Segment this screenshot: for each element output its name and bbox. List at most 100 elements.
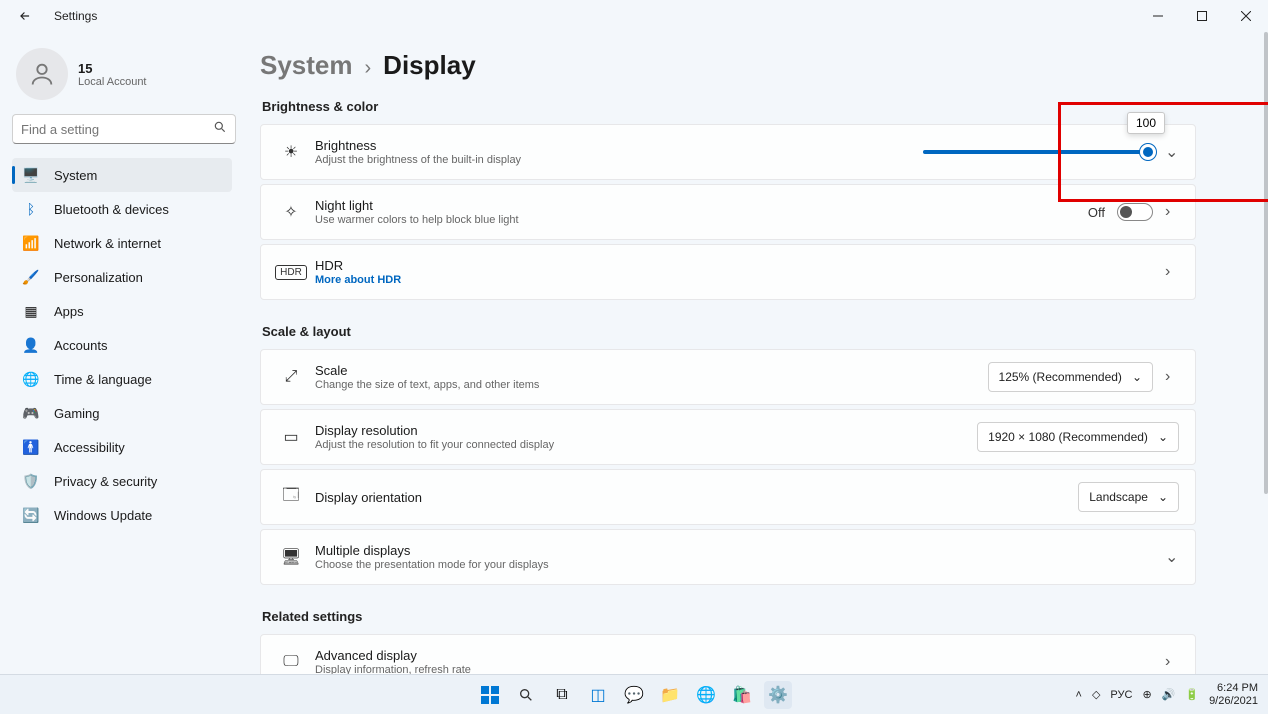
search-input[interactable] bbox=[21, 122, 213, 137]
nav-label: Windows Update bbox=[54, 508, 152, 523]
close-button[interactable] bbox=[1224, 0, 1268, 32]
scale-card[interactable]: ⤢ Scale Change the size of text, apps, a… bbox=[260, 349, 1196, 405]
nav-label: System bbox=[54, 168, 97, 183]
resolution-title: Display resolution bbox=[315, 423, 977, 438]
orientation-card[interactable]: 🗔 Display orientation Landscape⌄ bbox=[260, 469, 1196, 525]
tray-time: 6:24 PM bbox=[1209, 682, 1258, 694]
multi-sub: Choose the presentation mode for your di… bbox=[315, 559, 1165, 571]
chevron-right-icon: › bbox=[365, 57, 372, 80]
nav-apps[interactable]: ▦ Apps bbox=[12, 294, 232, 328]
advanced-title: Advanced display bbox=[315, 648, 1165, 663]
advanced-sub: Display information, refresh rate bbox=[315, 664, 1165, 674]
resolution-sub: Adjust the resolution to fit your connec… bbox=[315, 439, 977, 451]
nav-label: Accounts bbox=[54, 338, 107, 353]
search-box[interactable] bbox=[12, 114, 236, 144]
taskbar-center: ⧉ ◫ 💬 📁 🌐 🛍️ ⚙️ bbox=[476, 681, 792, 709]
scale-dropdown[interactable]: 125% (Recommended)⌄ bbox=[988, 362, 1153, 392]
section-brightness-color: Brightness & color bbox=[262, 99, 1196, 114]
edge-icon[interactable]: 🌐 bbox=[692, 681, 720, 709]
nav-privacy[interactable]: 🛡️ Privacy & security bbox=[12, 464, 232, 498]
night-icon: ✧ bbox=[275, 202, 307, 222]
chevron-right-icon[interactable]: › bbox=[1165, 263, 1179, 281]
tray-chevron-up-icon[interactable]: ˄ bbox=[1076, 689, 1082, 701]
search-taskbar-icon[interactable] bbox=[512, 681, 540, 709]
nav-network[interactable]: 📶Network & internet bbox=[12, 226, 232, 260]
nav-bluetooth[interactable]: ᛒBluetooth & devices bbox=[12, 192, 232, 226]
system-tray: ˄ ◇ РУС ⊕ 🔊 🔋 6:24 PM 9/26/2021 bbox=[1076, 682, 1259, 706]
tray-language[interactable]: РУС bbox=[1110, 689, 1132, 701]
widgets-icon[interactable]: ◫ bbox=[584, 681, 612, 709]
accessibility-icon: 🚹 bbox=[22, 438, 40, 456]
advanced-display-card[interactable]: 🖵 Advanced display Display information, … bbox=[260, 634, 1196, 674]
sun-icon: ☀ bbox=[275, 142, 307, 162]
resolution-icon: ▭ bbox=[275, 427, 307, 447]
tray-location-icon[interactable]: ◇ bbox=[1092, 688, 1100, 701]
resolution-card[interactable]: ▭ Display resolution Adjust the resoluti… bbox=[260, 409, 1196, 465]
multiple-displays-card[interactable]: 🖥 Multiple displays Choose the presentat… bbox=[260, 529, 1196, 585]
chevron-down-icon: ⌄ bbox=[1132, 370, 1142, 384]
nav-timelang[interactable]: 🌐Time & language bbox=[12, 362, 232, 396]
nav-label: Network & internet bbox=[54, 236, 161, 251]
slider-thumb[interactable] bbox=[1140, 144, 1156, 160]
maximize-button[interactable] bbox=[1180, 0, 1224, 32]
multi-title: Multiple displays bbox=[315, 543, 1165, 558]
tray-battery-icon[interactable]: 🔋 bbox=[1185, 688, 1199, 701]
back-button[interactable] bbox=[18, 9, 32, 23]
start-button[interactable] bbox=[476, 681, 504, 709]
tray-date: 9/26/2021 bbox=[1209, 695, 1258, 707]
chevron-down-icon[interactable]: ⌄ bbox=[1165, 547, 1179, 567]
brightness-card[interactable]: ☀ Brightness Adjust the brightness of th… bbox=[260, 124, 1196, 180]
chevron-right-icon[interactable]: › bbox=[1165, 653, 1179, 671]
tray-clock[interactable]: 6:24 PM 9/26/2021 bbox=[1209, 682, 1258, 706]
nav-personalization[interactable]: 🖌️Personalization bbox=[12, 260, 232, 294]
hdr-card[interactable]: HDR HDR More about HDR › bbox=[260, 244, 1196, 300]
tray-network-icon[interactable]: ⊕ bbox=[1142, 688, 1151, 701]
nightlight-toggle[interactable] bbox=[1117, 203, 1153, 221]
resolution-dropdown[interactable]: 1920 × 1080 (Recommended) ⌄ bbox=[977, 422, 1179, 452]
globe-icon: 🌐 bbox=[22, 370, 40, 388]
search-icon bbox=[213, 120, 227, 139]
taskview-icon[interactable]: ⧉ bbox=[548, 681, 576, 709]
nav-accounts[interactable]: 👤Accounts bbox=[12, 328, 232, 362]
explorer-icon[interactable]: 📁 bbox=[656, 681, 684, 709]
orientation-title: Display orientation bbox=[315, 490, 1078, 505]
account-sub: Local Account bbox=[78, 76, 147, 88]
chevron-right-icon[interactable]: › bbox=[1165, 203, 1179, 221]
store-icon[interactable]: 🛍️ bbox=[728, 681, 756, 709]
grid-icon: ▦ bbox=[22, 302, 40, 320]
shield-icon: 🛡️ bbox=[22, 472, 40, 490]
chevron-down-icon[interactable]: ⌄ bbox=[1165, 142, 1179, 162]
hdr-link[interactable]: More about HDR bbox=[315, 274, 1165, 286]
avatar bbox=[16, 48, 68, 100]
tray-volume-icon[interactable]: 🔊 bbox=[1162, 688, 1176, 701]
brightness-title: Brightness bbox=[315, 138, 923, 153]
chevron-right-icon[interactable]: › bbox=[1165, 368, 1179, 386]
nav-gaming[interactable]: 🎮Gaming bbox=[12, 396, 232, 430]
chevron-down-icon: ⌄ bbox=[1158, 430, 1168, 444]
hdr-title: HDR bbox=[315, 258, 1165, 273]
scrollbar[interactable] bbox=[1264, 32, 1268, 494]
nav-system[interactable]: 🖥️ System bbox=[12, 158, 232, 192]
resolution-value: 1920 × 1080 (Recommended) bbox=[988, 430, 1148, 444]
nav-update[interactable]: 🔄Windows Update bbox=[12, 498, 232, 532]
nav-label: Privacy & security bbox=[54, 474, 157, 489]
night-light-card[interactable]: ✧ Night light Use warmer colors to help … bbox=[260, 184, 1196, 240]
chat-icon[interactable]: 💬 bbox=[620, 681, 648, 709]
scale-sub: Change the size of text, apps, and other… bbox=[315, 379, 988, 391]
brush-icon: 🖌️ bbox=[22, 268, 40, 286]
nav-accessibility[interactable]: 🚹Accessibility bbox=[12, 430, 232, 464]
orientation-value: Landscape bbox=[1089, 490, 1148, 504]
content-area: System › Display Brightness & color ☀ Br… bbox=[248, 32, 1268, 674]
monitor-icon: 🖥️ bbox=[22, 166, 40, 184]
nav-label: Apps bbox=[54, 304, 84, 319]
account-block[interactable]: 15 Local Account bbox=[16, 48, 240, 100]
settings-taskbar-icon[interactable]: ⚙️ bbox=[764, 681, 792, 709]
monitor-settings-icon: 🖵 bbox=[275, 653, 307, 671]
breadcrumb: System › Display bbox=[260, 50, 1196, 81]
orientation-dropdown[interactable]: Landscape⌄ bbox=[1078, 482, 1179, 512]
account-name: 15 bbox=[78, 61, 147, 76]
displays-icon: 🖥 bbox=[275, 547, 307, 567]
brightness-slider[interactable]: 100 bbox=[923, 150, 1153, 154]
breadcrumb-parent[interactable]: System bbox=[260, 50, 353, 81]
minimize-button[interactable] bbox=[1136, 0, 1180, 32]
